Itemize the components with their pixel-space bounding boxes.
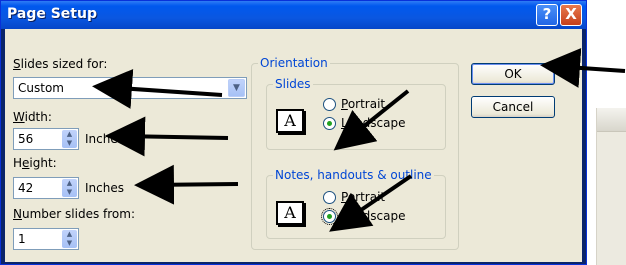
- number-slides-from-spinner[interactable]: 1 ▲ ▼: [13, 228, 79, 250]
- height-label: Height:: [13, 156, 57, 170]
- landscape-page-icon: A: [276, 109, 304, 133]
- orientation-title: Orientation: [258, 56, 330, 70]
- notes-portrait-radio[interactable]: [323, 191, 336, 204]
- page-setup-dialog: Page Setup ? X Slides sized for: Custom …: [0, 0, 587, 265]
- height-value: 42: [18, 181, 34, 195]
- title-bar[interactable]: Page Setup ? X: [1, 1, 586, 29]
- width-label: Width:: [13, 110, 52, 124]
- window-title: Page Setup: [7, 6, 97, 22]
- notes-landscape-label: Landscape: [341, 209, 406, 223]
- orientation-group: Orientation Slides A Portrait Landscape …: [251, 56, 459, 250]
- notes-orientation-group: Notes, handouts & outline A Portrait Lan…: [266, 168, 446, 239]
- width-spinner[interactable]: 56 ▲ ▼: [13, 128, 79, 150]
- slides-sized-for-label: Slides sized for:: [13, 57, 108, 71]
- width-value: 56: [18, 132, 34, 146]
- slides-sized-for-select[interactable]: Custom ▼: [13, 77, 247, 99]
- close-button[interactable]: X: [560, 4, 582, 26]
- slides-landscape-label: Landscape: [341, 116, 406, 130]
- slides-portrait-radio[interactable]: [323, 98, 336, 111]
- number-slides-from-value: 1: [18, 232, 26, 246]
- ok-button[interactable]: OK: [471, 63, 555, 85]
- height-unit: Inches: [85, 181, 124, 195]
- slides-orientation-group: Slides A Portrait Landscape: [266, 77, 446, 150]
- cancel-button[interactable]: Cancel: [471, 96, 555, 118]
- notes-landscape-radio[interactable]: [321, 208, 338, 225]
- number-slides-from-label: Number slides from:: [13, 207, 135, 221]
- spin-arrows-icon[interactable]: ▲ ▼: [62, 230, 77, 248]
- landscape-page-icon: A: [276, 201, 304, 225]
- slides-landscape-radio[interactable]: [323, 117, 336, 130]
- help-button[interactable]: ?: [536, 4, 558, 26]
- notes-orientation-title: Notes, handouts & outline: [273, 168, 434, 182]
- chevron-down-icon[interactable]: ▼: [228, 79, 245, 97]
- slides-portrait-label: Portrait: [341, 97, 386, 111]
- spin-arrows-icon[interactable]: ▲ ▼: [62, 130, 77, 148]
- height-spinner[interactable]: 42 ▲ ▼: [13, 177, 79, 199]
- background-window: [596, 108, 626, 265]
- slides-sized-for-value: Custom: [18, 81, 64, 95]
- slides-orientation-title: Slides: [273, 77, 313, 91]
- notes-portrait-label: Portrait: [341, 190, 386, 204]
- background-window-header: [597, 108, 626, 132]
- width-unit: Inches: [85, 132, 124, 146]
- dialog-body: Slides sized for: Custom ▼ Width: 56 ▲ ▼ …: [5, 29, 582, 262]
- spin-arrows-icon[interactable]: ▲ ▼: [62, 179, 77, 197]
